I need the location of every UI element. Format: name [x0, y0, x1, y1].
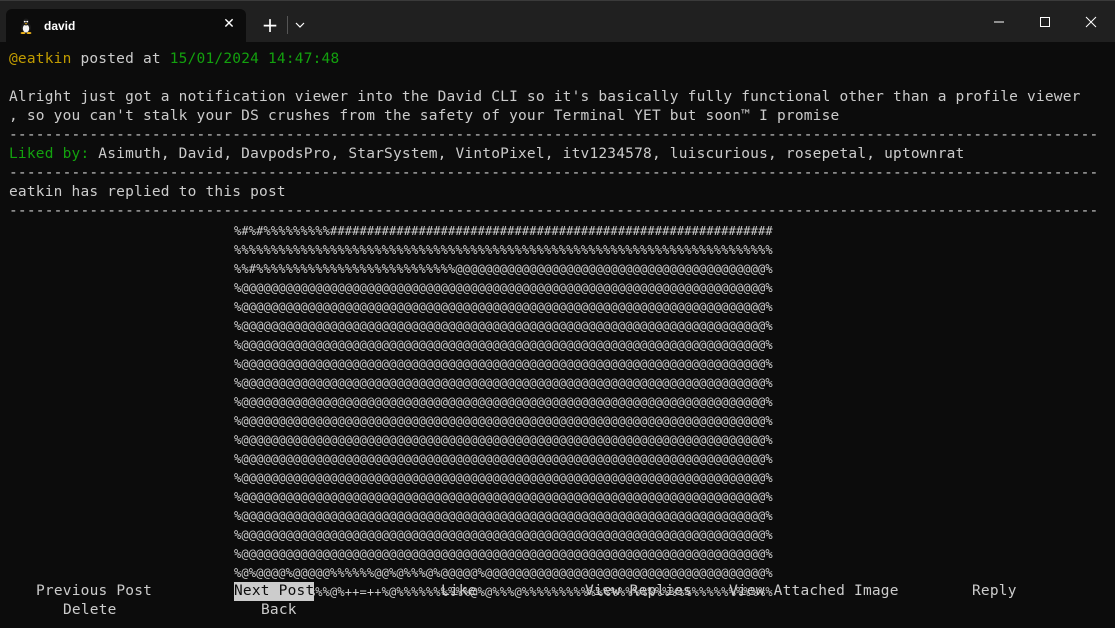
chevron-down-icon[interactable] — [292, 15, 308, 35]
linux-tux-icon — [19, 18, 33, 34]
separator: ----------------------------------------… — [9, 165, 1099, 181]
maximize-icon[interactable] — [1022, 1, 1068, 43]
ascii-image-preview: %#%#%%%%%%%%%###########################… — [234, 224, 773, 599]
title-bar: david ✕ + — [0, 0, 1115, 43]
post-timestamp: 15/01/2024 14:47:48 — [169, 51, 340, 67]
view-replies-button[interactable]: View Replies — [585, 582, 692, 601]
view-attached-image-button[interactable]: View Attached Image — [729, 582, 899, 601]
reply-button[interactable]: Reply — [972, 582, 1017, 601]
liked-by-users: Asimuth, David, DavpodsPro, StarSystem, … — [89, 146, 965, 162]
posted-at-label: posted at — [71, 51, 170, 67]
back-button[interactable]: Back — [261, 601, 297, 620]
tab-david[interactable]: david ✕ — [6, 9, 246, 43]
close-window-icon[interactable] — [1068, 1, 1114, 43]
terminal-window: david ✕ + @eatkin posted at 15/01/2024 1… — [0, 0, 1115, 628]
delete-button[interactable]: Delete — [63, 601, 117, 620]
liked-by-label: Liked by: — [9, 146, 90, 162]
previous-post-button[interactable]: Previous Post — [36, 582, 152, 601]
like-button[interactable]: Like — [441, 582, 477, 601]
reply-notice: eatkin has replied to this post — [9, 184, 286, 200]
post-author[interactable]: @eatkin — [9, 51, 72, 67]
separator: ----------------------------------------… — [9, 203, 1099, 219]
tab-divider — [287, 16, 288, 34]
terminal-content[interactable]: @eatkin posted at 15/01/2024 14:47:48 Al… — [0, 42, 1115, 628]
separator: ----------------------------------------… — [9, 127, 1099, 143]
tab-close-icon[interactable]: ✕ — [221, 16, 237, 32]
tab-title: david — [44, 19, 76, 33]
next-post-button[interactable]: Next Post — [234, 582, 315, 601]
minimize-icon[interactable] — [976, 1, 1022, 43]
post-body-line-1: Alright just got a notification viewer i… — [9, 89, 1081, 105]
post-header: @eatkin posted at 15/01/2024 14:47:48 — [9, 50, 339, 69]
new-tab-plus-icon[interactable]: + — [258, 13, 282, 37]
post-body-line-2: , so you can't stalk your DS crushes fro… — [9, 108, 840, 124]
liked-by-row: Liked by: Asimuth, David, DavpodsPro, St… — [9, 145, 965, 164]
